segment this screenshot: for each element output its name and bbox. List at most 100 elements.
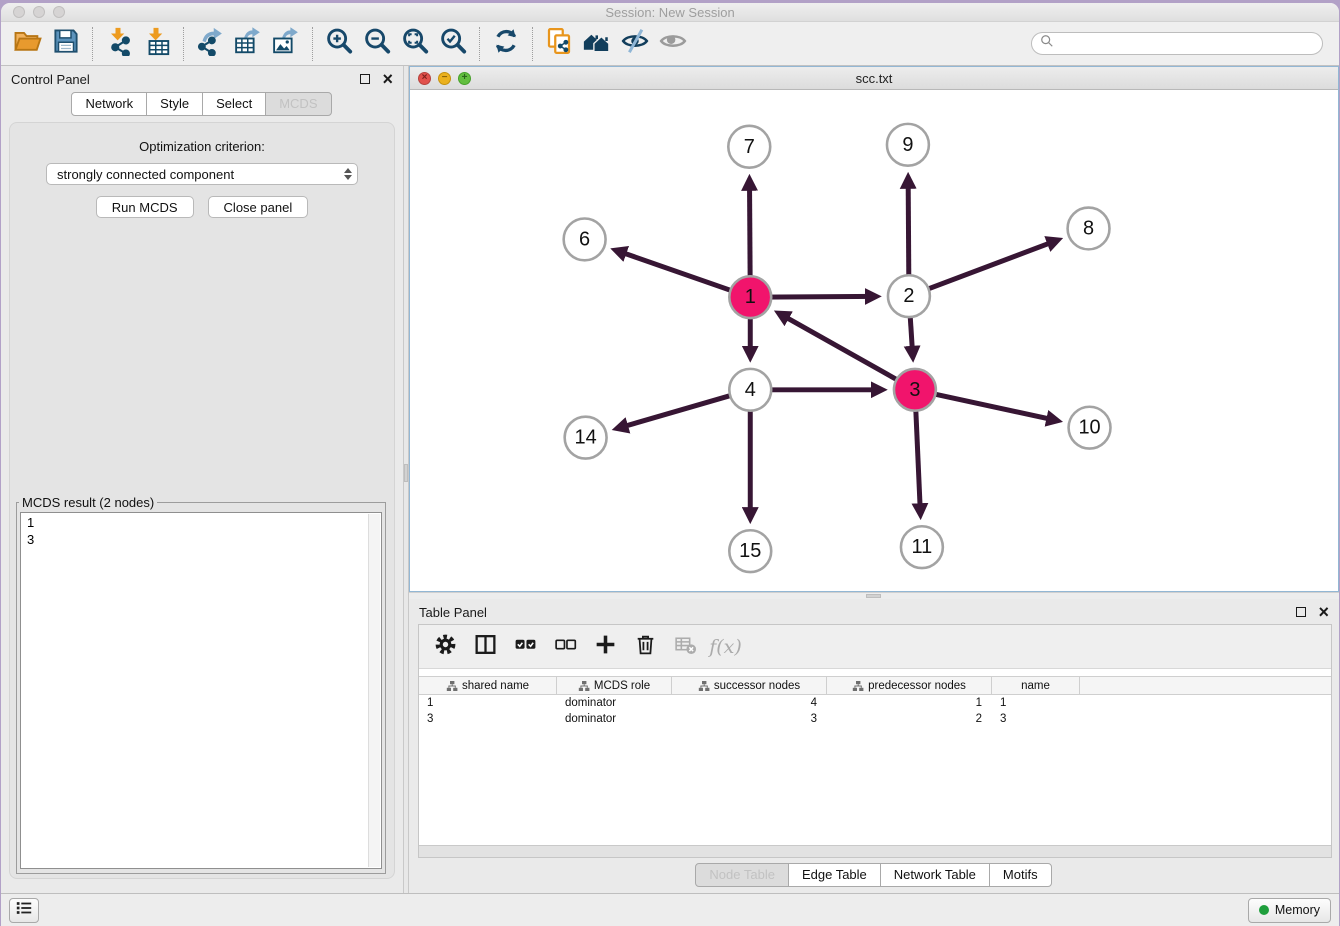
task-history-button[interactable] — [9, 898, 39, 923]
create-column-button[interactable] — [587, 630, 624, 664]
show-column-button[interactable] — [467, 630, 504, 664]
table-cell[interactable]: 1 — [992, 695, 1080, 711]
splitter-grip[interactable] — [404, 464, 408, 482]
table-cell[interactable]: 3 — [992, 711, 1080, 727]
search-input[interactable] — [1054, 37, 1314, 51]
table-row[interactable]: 3 dominator 3 2 3 — [419, 711, 1331, 727]
column-header-successor-nodes[interactable]: successor nodes — [672, 677, 827, 694]
delete-table-button[interactable] — [667, 630, 704, 664]
zoom-selected-button[interactable] — [434, 26, 472, 62]
close-panel-icon[interactable]: × — [1318, 607, 1329, 617]
run-mcds-button[interactable]: Run MCDS — [96, 196, 194, 218]
import-network-icon — [104, 26, 134, 61]
tab-network-table[interactable]: Network Table — [880, 863, 990, 887]
tab-edge-table[interactable]: Edge Table — [788, 863, 881, 887]
toolbar-separator — [479, 27, 480, 61]
tab-network[interactable]: Network — [71, 92, 147, 116]
column-header-name[interactable]: name — [992, 677, 1080, 694]
table-row[interactable]: 1 dominator 4 1 1 — [419, 695, 1331, 711]
memory-button[interactable]: Memory — [1248, 898, 1331, 923]
graph-node-label-1: 1 — [745, 286, 756, 308]
export-table-button[interactable] — [229, 26, 267, 62]
checked-boxes-icon — [513, 632, 538, 662]
tree-icon — [852, 680, 864, 692]
export-network-button[interactable] — [191, 26, 229, 62]
minimize-window-icon[interactable] — [33, 6, 45, 18]
float-panel-icon[interactable] — [360, 74, 370, 84]
delete-column-button[interactable] — [627, 630, 664, 664]
show-all-button[interactable] — [654, 26, 692, 62]
zoom-fit-button[interactable] — [396, 26, 434, 62]
export-image-button[interactable] — [267, 26, 305, 62]
search-box[interactable] — [1031, 32, 1323, 55]
select-all-columns-button[interactable] — [507, 630, 544, 664]
tab-select[interactable]: Select — [202, 92, 266, 116]
close-window-icon[interactable] — [13, 6, 25, 18]
graph-node-label-9: 9 — [902, 134, 913, 156]
folder-open-icon — [13, 26, 43, 61]
network-frame-title: scc.txt — [856, 71, 893, 86]
control-panel: Control Panel × Network Style Select MCD… — [1, 66, 403, 893]
toolbar-separator — [92, 27, 93, 61]
tab-style[interactable]: Style — [146, 92, 203, 116]
tab-motifs[interactable]: Motifs — [989, 863, 1052, 887]
column-header-predecessor-nodes[interactable]: predecessor nodes — [827, 677, 992, 694]
main-area: Control Panel × Network Style Select MCD… — [1, 66, 1339, 893]
table-cell[interactable]: 2 — [827, 711, 992, 727]
unchecked-boxes-icon — [553, 632, 578, 662]
tab-mcds[interactable]: MCDS — [265, 92, 331, 116]
hide-selected-button[interactable] — [616, 26, 654, 62]
result-scrollbar[interactable] — [368, 514, 380, 867]
splitter-grip[interactable] — [866, 594, 881, 598]
graph-edge-3-1[interactable] — [780, 314, 915, 390]
zoom-out-button[interactable] — [358, 26, 396, 62]
table-cell[interactable]: 3 — [672, 711, 827, 727]
graph-edge-2-8[interactable] — [909, 240, 1057, 296]
close-panel-button[interactable]: Close panel — [208, 196, 309, 218]
frame-maximize-icon[interactable]: + — [458, 72, 471, 85]
zoom-in-button[interactable] — [320, 26, 358, 62]
criterion-select[interactable]: strongly connected component — [46, 163, 358, 185]
columns-icon — [473, 632, 498, 662]
first-neighbors-button[interactable] — [578, 26, 616, 62]
horizontal-splitter[interactable] — [409, 592, 1339, 599]
import-table-button[interactable] — [138, 26, 176, 62]
unselect-all-columns-button[interactable] — [547, 630, 584, 664]
network-graph[interactable]: 7968124314101511 — [410, 90, 1338, 591]
plus-icon — [593, 632, 618, 662]
frame-close-icon[interactable]: × — [418, 72, 431, 85]
column-header-shared-name[interactable]: shared name — [419, 677, 557, 694]
function-builder-button[interactable]: f(x) — [707, 630, 744, 664]
table-settings-button[interactable] — [427, 630, 464, 664]
mcds-result-text[interactable]: 1 3 — [20, 512, 382, 869]
table-horizontal-scrollbar[interactable] — [419, 845, 1331, 857]
table-cell[interactable]: dominator — [557, 695, 672, 711]
tab-node-table[interactable]: Node Table — [695, 863, 789, 887]
table-cell[interactable]: 3 — [419, 711, 557, 727]
tree-icon — [446, 680, 458, 692]
refresh-button[interactable] — [487, 26, 525, 62]
table-cell[interactable]: 4 — [672, 695, 827, 711]
optimization-criterion-label: Optimization criterion: — [10, 139, 394, 154]
open-session-button[interactable] — [9, 26, 47, 62]
table-cell[interactable]: dominator — [557, 711, 672, 727]
graph-node-label-3: 3 — [909, 379, 920, 401]
node-table: shared name MCDS role successor nodes pr… — [419, 676, 1331, 727]
graph-node-label-2: 2 — [903, 285, 914, 307]
table-toolbar: f(x) — [419, 625, 1331, 669]
frame-minimize-icon[interactable]: − — [438, 72, 451, 85]
save-session-button[interactable] — [47, 26, 85, 62]
graph-node-label-7: 7 — [744, 136, 755, 158]
control-panel-header: Control Panel × — [1, 66, 403, 92]
table-cell[interactable]: 1 — [827, 695, 992, 711]
zoom-window-icon[interactable] — [53, 6, 65, 18]
table-panel-title: Table Panel — [419, 605, 487, 620]
close-panel-icon[interactable]: × — [382, 74, 393, 84]
import-network-button[interactable] — [100, 26, 138, 62]
export-network-icon — [195, 26, 225, 61]
float-panel-icon[interactable] — [1296, 607, 1306, 617]
toolbar-separator — [183, 27, 184, 61]
network-from-selection-button[interactable] — [540, 26, 578, 62]
column-header-mcds-role[interactable]: MCDS role — [557, 677, 672, 694]
table-cell[interactable]: 1 — [419, 695, 557, 711]
